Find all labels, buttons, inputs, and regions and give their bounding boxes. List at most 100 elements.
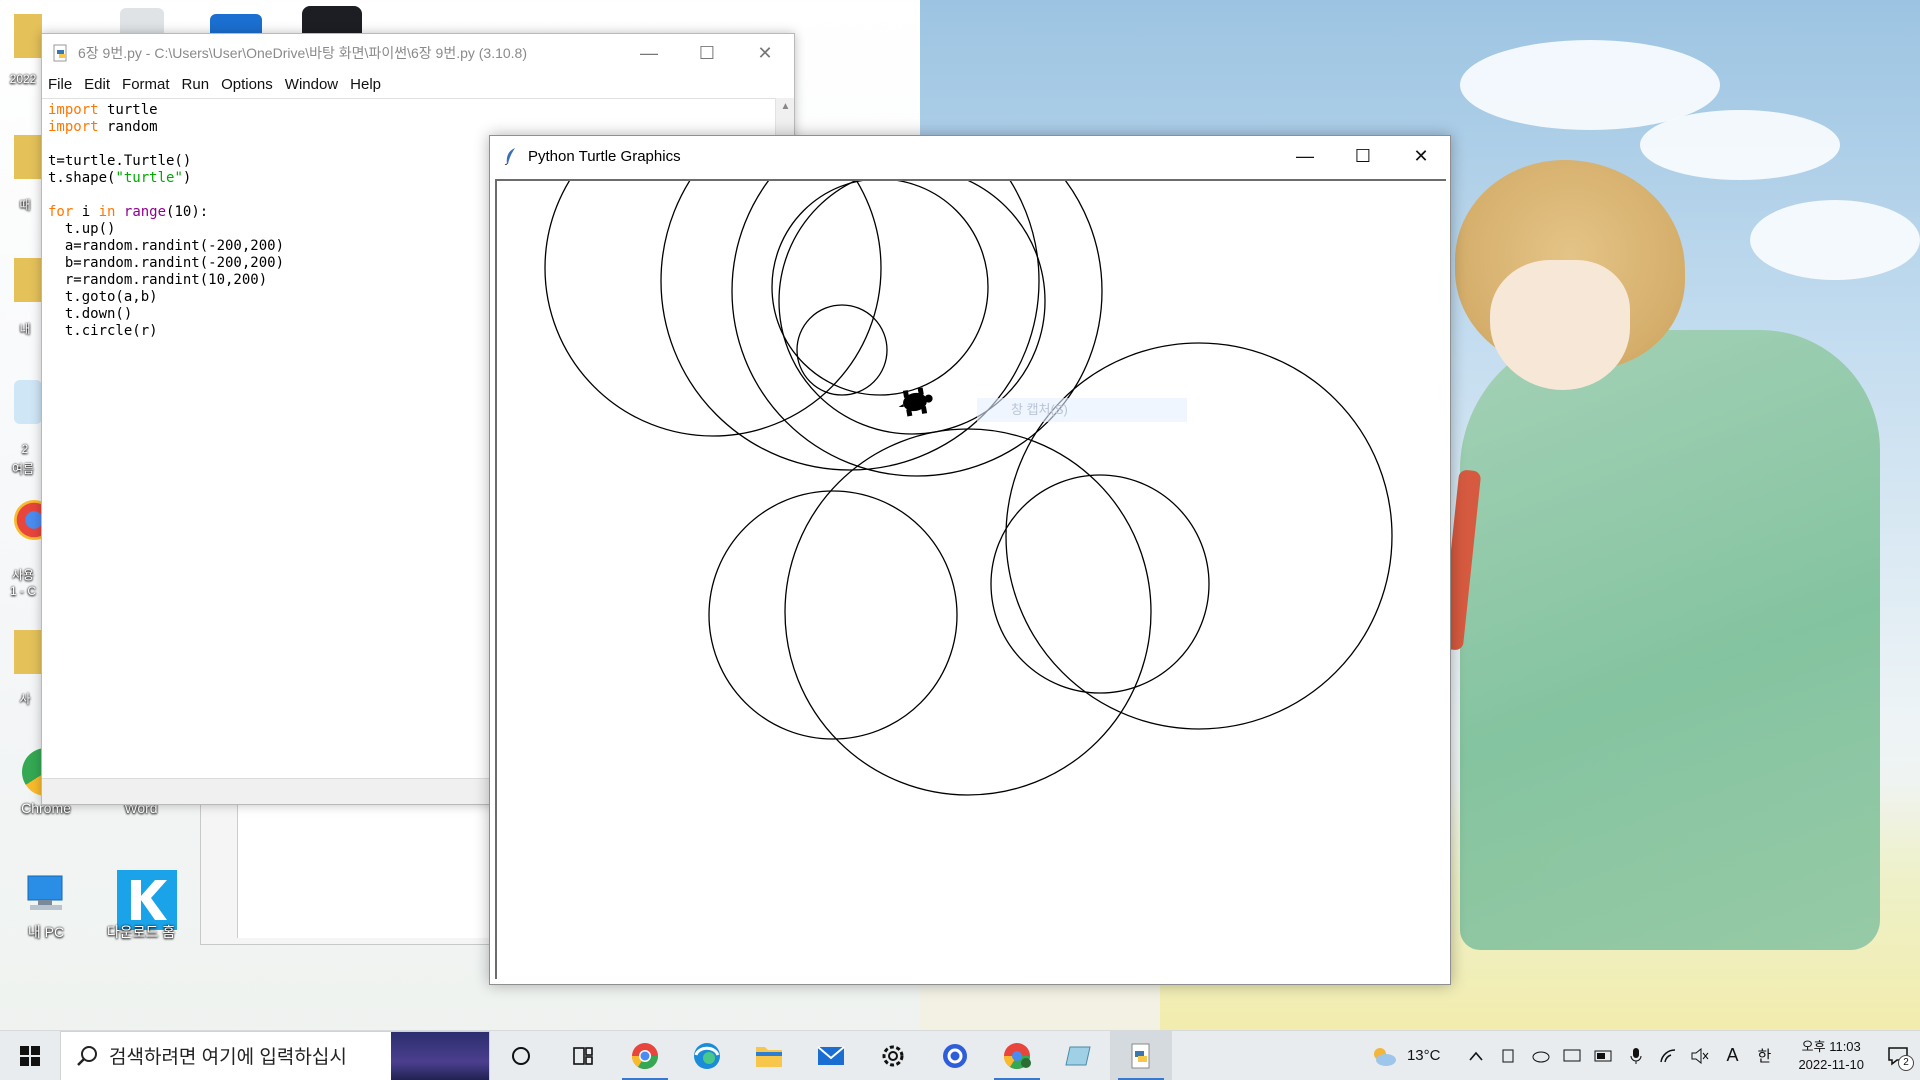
cortana-button[interactable]: [490, 1031, 552, 1080]
code-text: (10):: [166, 204, 209, 220]
wallpaper-cloud: [1640, 110, 1840, 180]
drawn-circle: [990, 474, 1210, 694]
desktop-icon-label-partial: 때: [19, 198, 31, 212]
desktop-icon-label-partial: 여름: [11, 462, 35, 476]
python-file-icon: [1131, 1043, 1150, 1068]
taskbar-chrome-profile[interactable]: [986, 1031, 1048, 1080]
notification-center-button[interactable]: 2: [1876, 1031, 1920, 1080]
mail-icon: [817, 1045, 845, 1065]
folder-icon: [756, 1046, 782, 1067]
menu-options[interactable]: Options: [221, 76, 273, 93]
desktop-folder-icon[interactable]: [14, 14, 42, 58]
menu-file[interactable]: File: [48, 76, 72, 93]
microphone-icon[interactable]: [1625, 1045, 1647, 1067]
cortana-circle-icon: [512, 1046, 530, 1065]
wifi-icon[interactable]: [1657, 1045, 1679, 1067]
device-icon[interactable]: [1497, 1045, 1519, 1067]
chrome-profile-icon: [1003, 1042, 1031, 1069]
taskbar-notepad-app[interactable]: [1048, 1031, 1110, 1080]
scroll-up-arrow-icon[interactable]: ▲: [776, 98, 795, 116]
idle-menu-bar: File Edit Format Run Options Window Help: [42, 72, 794, 96]
task-view-button[interactable]: [552, 1031, 614, 1080]
menu-edit[interactable]: Edit: [84, 76, 110, 93]
desktop-icon-my-pc[interactable]: 내 PC: [6, 870, 86, 942]
ime-language-indicator[interactable]: 한: [1753, 1045, 1775, 1067]
taskbar-file-explorer[interactable]: [738, 1031, 800, 1080]
drawn-circle: [660, 181, 1040, 471]
drawn-circle: [796, 304, 888, 396]
code-text: i: [73, 204, 99, 220]
taskbar-clock[interactable]: 오후 11:03 2022-11-10: [1798, 1038, 1864, 1074]
chrome-profile-icon: [631, 1042, 659, 1069]
minimize-button[interactable]: —: [620, 34, 678, 72]
maximize-button[interactable]: ☐: [1334, 136, 1392, 176]
wallpaper-figure-face: [1490, 260, 1630, 390]
python-file-icon: [53, 44, 67, 62]
taskbar-python-idle[interactable]: [1110, 1030, 1172, 1080]
desktop-icon-label-partial: 2022: [9, 72, 37, 86]
weather-temperature: 13°C: [1406, 1047, 1441, 1064]
desktop-folder-icon[interactable]: [14, 630, 42, 674]
turtle-title-bar[interactable]: Python Turtle Graphics — ☐ ✕: [490, 136, 1450, 176]
taskbar-search-box[interactable]: 검색하려면 여기에 입력하십시: [60, 1030, 490, 1080]
code-keyword: in: [98, 204, 116, 220]
menu-run[interactable]: Run: [182, 76, 210, 93]
ime-mode-indicator[interactable]: A: [1721, 1045, 1743, 1067]
weather-cloud-icon: [1373, 1047, 1396, 1066]
taskbar: 검색하려면 여기에 입력하십시 13°C A 한 오후 11:03 2022-1…: [0, 1030, 1920, 1080]
taskbar-app-blue[interactable]: [924, 1031, 986, 1080]
close-button[interactable]: ✕: [736, 34, 794, 72]
menu-window[interactable]: Window: [285, 76, 338, 93]
feather-icon: [504, 148, 515, 165]
code-builtin: range: [123, 204, 167, 220]
task-view-icon: [573, 1046, 593, 1065]
menu-help[interactable]: Help: [350, 76, 381, 93]
tablet-app-icon: [1065, 1046, 1091, 1065]
speaker-muted-icon[interactable]: [1689, 1045, 1711, 1067]
blue-app-icon: [943, 1043, 967, 1068]
desktop-folder-icon[interactable]: [14, 135, 42, 179]
background-window[interactable]: [200, 800, 495, 945]
computer-icon: [22, 870, 70, 918]
display-icon[interactable]: [1561, 1045, 1583, 1067]
battery-icon[interactable]: [1593, 1045, 1615, 1067]
show-hidden-icons-chevron-icon[interactable]: [1465, 1045, 1487, 1067]
drawn-circle: [544, 181, 882, 437]
desktop-icon-label-partial: 사용: [11, 568, 35, 582]
idle-title-bar[interactable]: 6장 9번.py - C:\Users\User\OneDrive\바탕 화면\…: [42, 34, 794, 72]
background-window-pane: [237, 801, 495, 938]
onedrive-cloud-icon[interactable]: [1529, 1045, 1551, 1067]
start-button[interactable]: [0, 1031, 60, 1080]
menu-format[interactable]: Format: [122, 76, 170, 93]
weather-widget[interactable]: 13°C: [1369, 1044, 1441, 1068]
taskbar-edge[interactable]: [676, 1031, 738, 1080]
k-app-icon: [117, 870, 177, 930]
desktop-folder-icon[interactable]: [14, 258, 42, 302]
edge-icon: [694, 1042, 720, 1069]
recycle-bin-icon[interactable]: [120, 8, 164, 34]
code-keyword: import: [48, 102, 99, 118]
desktop-icon-download-home[interactable]: 다운로드 홈: [101, 870, 181, 942]
drawn-circle: [708, 490, 958, 740]
search-highlight-image: [391, 1031, 489, 1080]
drawn-circle: [731, 181, 1103, 477]
minimize-button[interactable]: —: [1276, 136, 1334, 176]
code-text: ): [182, 170, 192, 186]
app-shortcut-icon[interactable]: [302, 6, 362, 34]
maximize-button[interactable]: ☐: [678, 34, 736, 72]
system-tray: 13°C A 한 오후 11:03 2022-11-10 2: [1369, 1031, 1920, 1080]
desktop-icon-label: 내 PC: [27, 924, 65, 940]
code-keyword: for: [48, 204, 74, 220]
code-string: "turtle": [115, 170, 183, 186]
windows-logo-icon: [20, 1045, 40, 1066]
turtle-drawing: [544, 181, 1393, 796]
code-text: turtle: [98, 102, 158, 118]
turtle-graphics-window[interactable]: Python Turtle Graphics — ☐ ✕ 창 캡처(S): [489, 135, 1451, 985]
taskbar-mail[interactable]: [800, 1031, 862, 1080]
desktop-file-icon[interactable]: [14, 380, 42, 424]
app-shortcut-icon[interactable]: [210, 14, 262, 34]
close-button[interactable]: ✕: [1392, 136, 1450, 176]
taskbar-settings[interactable]: [862, 1031, 924, 1080]
turtle-canvas[interactable]: 창 캡처(S): [495, 179, 1446, 979]
taskbar-chrome[interactable]: [614, 1031, 676, 1080]
